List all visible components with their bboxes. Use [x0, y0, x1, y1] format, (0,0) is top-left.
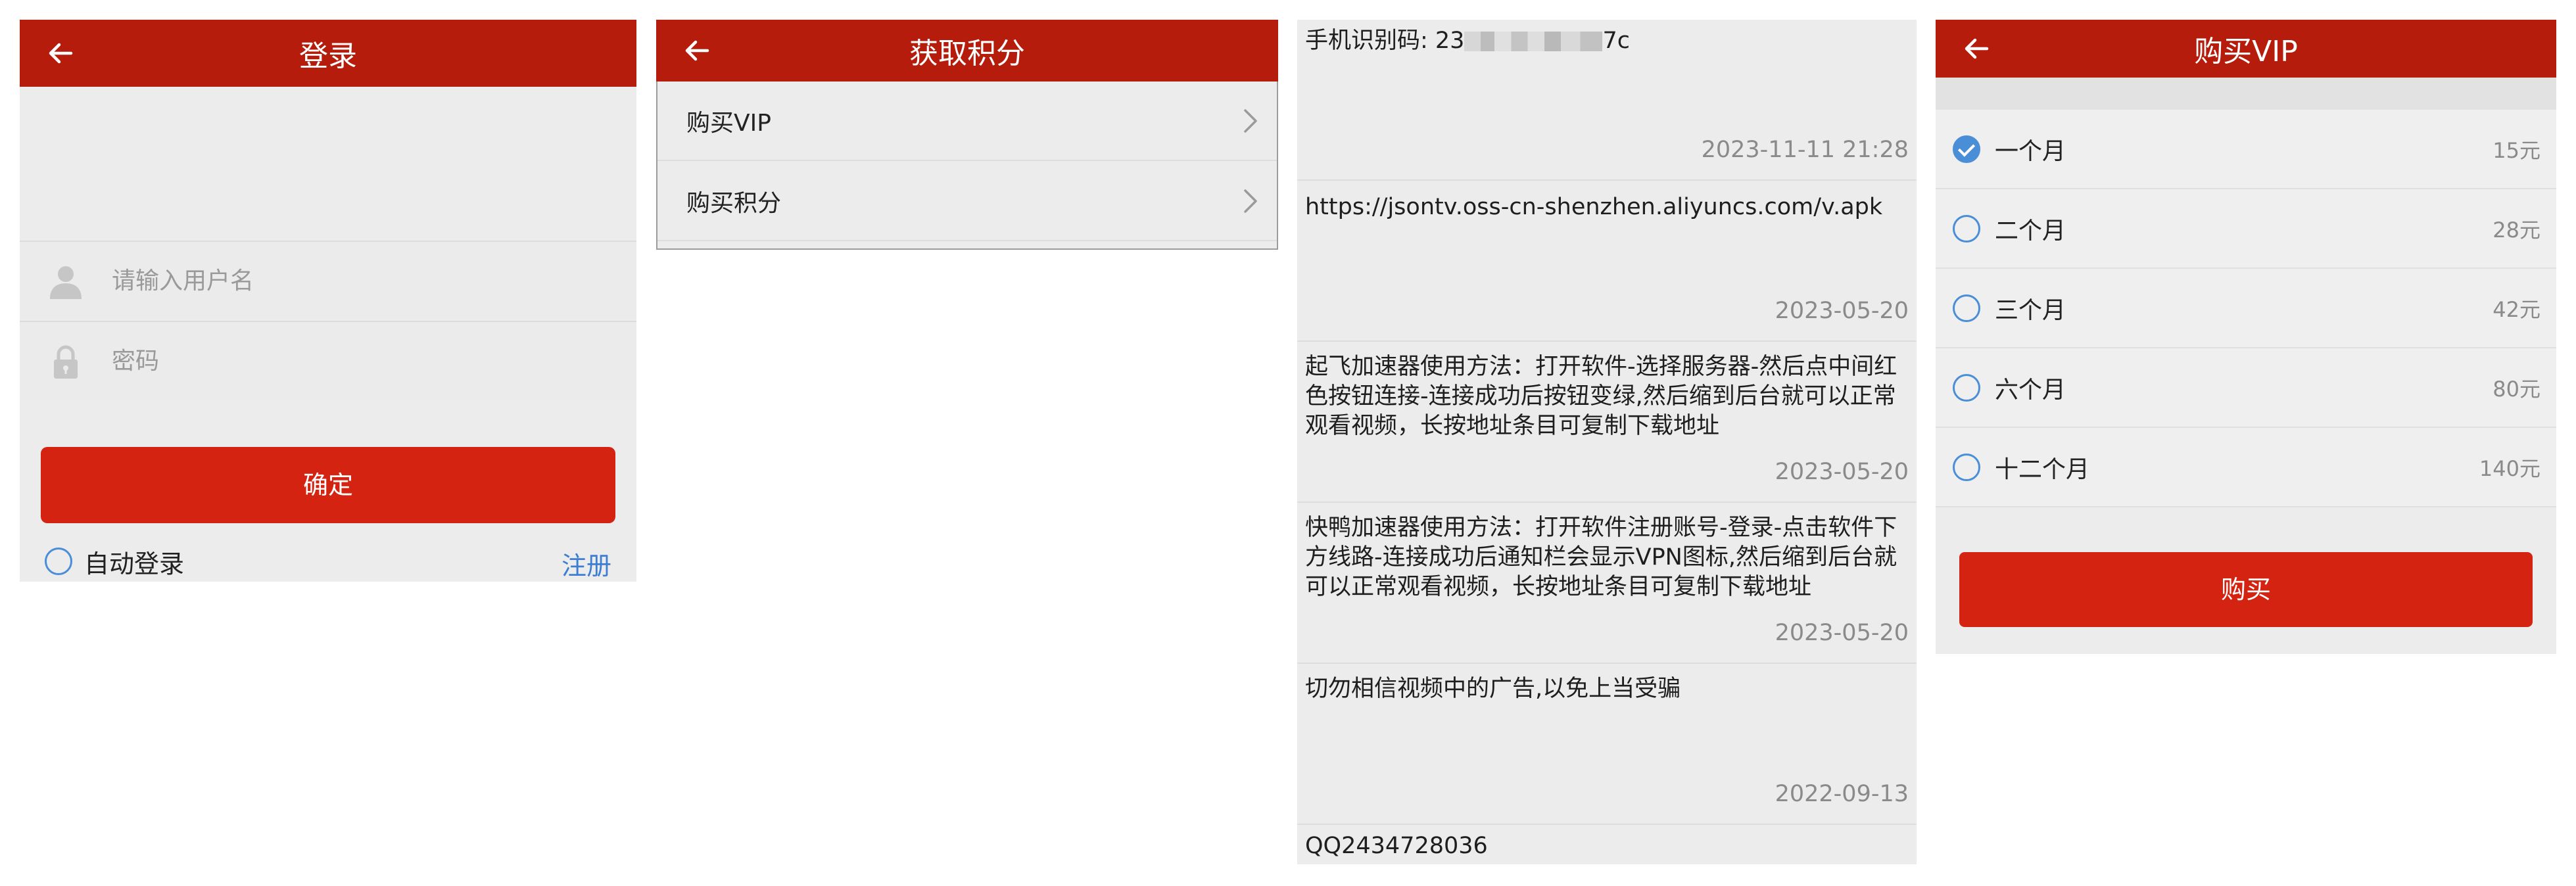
password-input[interactable]	[112, 322, 611, 400]
user-icon	[50, 266, 82, 299]
list-item[interactable]: https://jsontv.oss-cn-shenzhen.aliyuncs.…	[1297, 182, 1917, 342]
chevron-right-icon	[1244, 189, 1257, 213]
menu-item-buy-vip[interactable]: 购买VIP	[657, 82, 1277, 161]
message-text: QQ2434728036	[1305, 833, 1488, 859]
confirm-button[interactable]: 确定	[41, 447, 615, 523]
vip-option-label: 一个月	[1995, 137, 2066, 165]
vip-title: 购买VIP	[2194, 35, 2298, 68]
radio-icon[interactable]	[45, 548, 72, 575]
points-title: 获取积分	[909, 37, 1025, 70]
menu-item-label: 购买积分	[686, 190, 782, 217]
password-field-row	[20, 321, 636, 400]
vip-option-price: 42元	[2493, 296, 2540, 322]
chevron-right-icon	[1244, 109, 1257, 133]
vip-option-label: 二个月	[1995, 217, 2066, 245]
vip-option-label: 六个月	[1995, 376, 2066, 404]
message-date: 2023-05-20	[1775, 620, 1909, 646]
auto-login-toggle[interactable]: 自动登录	[45, 543, 184, 580]
vip-option-label: 三个月	[1995, 296, 2066, 324]
device-id-prefix: 手机识别码: 23	[1305, 28, 1465, 54]
radio-icon[interactable]	[1953, 373, 1980, 402]
list-item[interactable]: 切勿相信视频中的广告,以免上当受骗 2022-09-13	[1297, 665, 1917, 825]
message-text: 切勿相信视频中的广告,以免上当受骗	[1305, 676, 1681, 702]
buy-vip-screen: 购买VIP 一个月 15元 二个月 28元 三个月 42元 六个月 80元 十二…	[1936, 20, 2556, 654]
message-date: 2023-11-11 21:28	[1701, 137, 1909, 163]
buy-button[interactable]: 购买	[1959, 552, 2533, 627]
username-field-row	[20, 241, 636, 319]
vip-option-2-months[interactable]: 二个月 28元	[1936, 189, 2556, 269]
points-header: 获取积分	[656, 20, 1278, 82]
vip-option-price: 15元	[2493, 137, 2540, 163]
menu-item-label: 购买VIP	[686, 110, 771, 137]
vip-option-6-months[interactable]: 六个月 80元	[1936, 348, 2556, 428]
login-screen: 登录 确定 自动登录 注册	[20, 20, 636, 582]
message-text: 快鸭加速器使用方法：打开软件注册账号-登录-点击软件下方线路-连接成功后通知栏会…	[1305, 515, 1897, 600]
message-text: 起飞加速器使用方法：打开软件-选择服务器-然后点中间红色按钮连接-连接成功后按钮…	[1305, 354, 1897, 439]
radio-icon[interactable]	[1953, 453, 1980, 481]
redacted-block	[1464, 32, 1603, 51]
list-item[interactable]: QQ2434728036	[1297, 826, 1917, 864]
list-item[interactable]: 手机识别码: 23 7c 2023-11-11 21:28	[1297, 20, 1917, 181]
section-gap	[1936, 78, 2556, 110]
username-input[interactable]	[112, 242, 611, 319]
message-date: 2023-05-20	[1775, 298, 1909, 324]
vip-option-label: 十二个月	[1995, 455, 2090, 483]
list-item[interactable]: 起飞加速器使用方法：打开软件-选择服务器-然后点中间红色按钮连接-连接成功后按钮…	[1297, 343, 1917, 503]
vip-option-12-months[interactable]: 十二个月 140元	[1936, 428, 2556, 507]
vip-option-price: 28元	[2493, 217, 2540, 243]
menu-item-buy-points[interactable]: 购买积分	[657, 162, 1277, 241]
auto-login-label: 自动登录	[84, 549, 185, 578]
vip-option-3-months[interactable]: 三个月 42元	[1936, 269, 2556, 348]
get-points-screen: 获取积分 购买VIP 购买积分	[656, 20, 1278, 250]
message-date: 2023-05-20	[1775, 459, 1909, 485]
radio-icon[interactable]	[1953, 294, 1980, 322]
register-link[interactable]: 注册	[561, 546, 611, 582]
message-date: 2022-09-13	[1775, 781, 1909, 807]
messages-screen: 手机识别码: 23 7c 2023-11-11 21:28 https://jso…	[1297, 20, 1917, 864]
list-item[interactable]: 快鸭加速器使用方法：打开软件注册账号-登录-点击软件下方线路-连接成功后通知栏会…	[1297, 504, 1917, 664]
login-header: 登录	[20, 20, 636, 87]
vip-header: 购买VIP	[1936, 20, 2556, 78]
device-id-suffix: 7c	[1602, 28, 1630, 54]
radio-icon[interactable]	[1953, 214, 1980, 243]
radio-checked-icon[interactable]	[1953, 135, 1980, 163]
message-text: https://jsontv.oss-cn-shenzhen.aliyuncs.…	[1305, 194, 1883, 220]
device-id-text: 手机识别码: 23 7c	[1305, 26, 1906, 56]
login-title: 登录	[299, 39, 357, 73]
lock-icon	[54, 345, 78, 379]
vip-option-price: 140元	[2479, 455, 2540, 481]
vip-option-price: 80元	[2493, 376, 2540, 402]
vip-option-1-month[interactable]: 一个月 15元	[1936, 110, 2556, 189]
